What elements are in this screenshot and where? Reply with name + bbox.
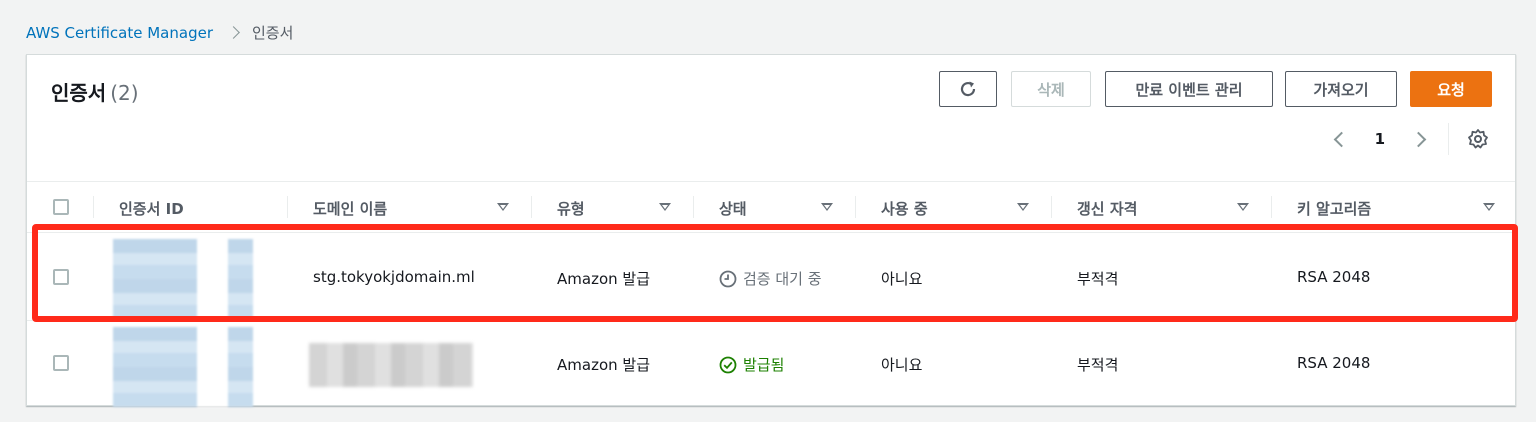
column-divider — [855, 196, 856, 218]
sort-icon[interactable] — [1017, 203, 1029, 211]
column-key-algorithm[interactable]: 키 알고리즘 — [1297, 198, 1371, 219]
status-text: 발급됨 — [743, 356, 785, 374]
sort-icon[interactable] — [659, 203, 671, 211]
status-cell: 검증 대기 중 — [719, 268, 822, 289]
panel-title-text: 인증서 — [51, 81, 107, 105]
column-divider — [1051, 196, 1052, 218]
column-divider — [287, 196, 288, 218]
certificate-id-redacted[interactable] — [113, 239, 253, 319]
pagination: 1 — [1333, 121, 1515, 157]
status-cell: 발급됨 — [719, 354, 784, 375]
table-header: 인증서 ID 도메인 이름 유형 상태 사용 중 갱신 자격 키 알고리즘 — [27, 181, 1515, 233]
column-renewal-eligibility[interactable]: 갱신 자격 — [1077, 198, 1137, 219]
certificate-id-redacted[interactable] — [113, 327, 253, 407]
panel-title: 인증서 (2) — [51, 77, 139, 106]
table-row[interactable]: Amazon 발급 발급됨 아니요 부적격 RSA 2048 — [27, 321, 1515, 409]
row-checkbox[interactable] — [53, 355, 69, 371]
column-domain-name[interactable]: 도메인 이름 — [313, 198, 387, 219]
table-row[interactable]: stg.tokyokjdomain.ml Amazon 발급 검증 대기 중 아… — [27, 233, 1515, 321]
clock-icon — [719, 270, 737, 287]
status-text: 검증 대기 중 — [743, 270, 822, 288]
sort-icon[interactable] — [1237, 203, 1249, 211]
breadcrumb: AWS Certificate Manager 인증서 — [26, 22, 293, 43]
breadcrumb-service-link[interactable]: AWS Certificate Manager — [26, 24, 213, 42]
column-divider — [1271, 196, 1272, 218]
breadcrumb-current: 인증서 — [252, 24, 294, 42]
type-cell: Amazon 발급 — [557, 356, 650, 374]
column-in-use[interactable]: 사용 중 — [881, 198, 928, 219]
sort-icon[interactable] — [497, 203, 509, 211]
sort-icon[interactable] — [821, 203, 833, 211]
domain-name-redacted — [309, 343, 473, 387]
manage-expiry-events-button[interactable]: 만료 이벤트 관리 — [1105, 71, 1273, 107]
check-circle-icon — [719, 356, 737, 373]
column-divider — [693, 196, 694, 218]
certificate-count: (2) — [110, 81, 139, 105]
sort-icon[interactable] — [1483, 203, 1495, 211]
column-status[interactable]: 상태 — [719, 198, 747, 219]
refresh-icon — [960, 81, 976, 97]
page-number[interactable]: 1 — [1375, 130, 1385, 148]
renewal-eligibility-cell: 부적격 — [1077, 270, 1119, 288]
chevron-right-icon[interactable] — [1410, 131, 1427, 147]
chevron-left-icon[interactable] — [1333, 131, 1349, 147]
import-button[interactable]: 가져오기 — [1285, 71, 1397, 107]
settings-gear-icon[interactable] — [1467, 128, 1489, 150]
request-button[interactable]: 요청 — [1410, 71, 1492, 107]
domain-name-cell: stg.tokyokjdomain.ml — [313, 268, 475, 286]
column-type[interactable]: 유형 — [557, 198, 585, 219]
column-certificate-id[interactable]: 인증서 ID — [119, 198, 184, 219]
certificates-panel: 인증서 (2) 삭제 만료 이벤트 관리 가져오기 요청 1 인증서 ID 도메인… — [26, 54, 1516, 409]
key-algorithm-cell: RSA 2048 — [1297, 268, 1371, 286]
renewal-eligibility-cell: 부적격 — [1077, 356, 1119, 374]
column-divider — [531, 196, 532, 218]
delete-button[interactable]: 삭제 — [1011, 71, 1091, 107]
pager-divider — [1448, 123, 1449, 155]
in-use-cell: 아니요 — [881, 356, 923, 374]
row-checkbox[interactable] — [53, 269, 69, 285]
chevron-right-icon — [227, 26, 240, 39]
select-all-checkbox[interactable] — [53, 199, 69, 215]
refresh-button[interactable] — [939, 71, 997, 107]
column-divider — [93, 196, 94, 218]
key-algorithm-cell: RSA 2048 — [1297, 354, 1371, 372]
in-use-cell: 아니요 — [881, 270, 923, 288]
type-cell: Amazon 발급 — [557, 270, 650, 288]
